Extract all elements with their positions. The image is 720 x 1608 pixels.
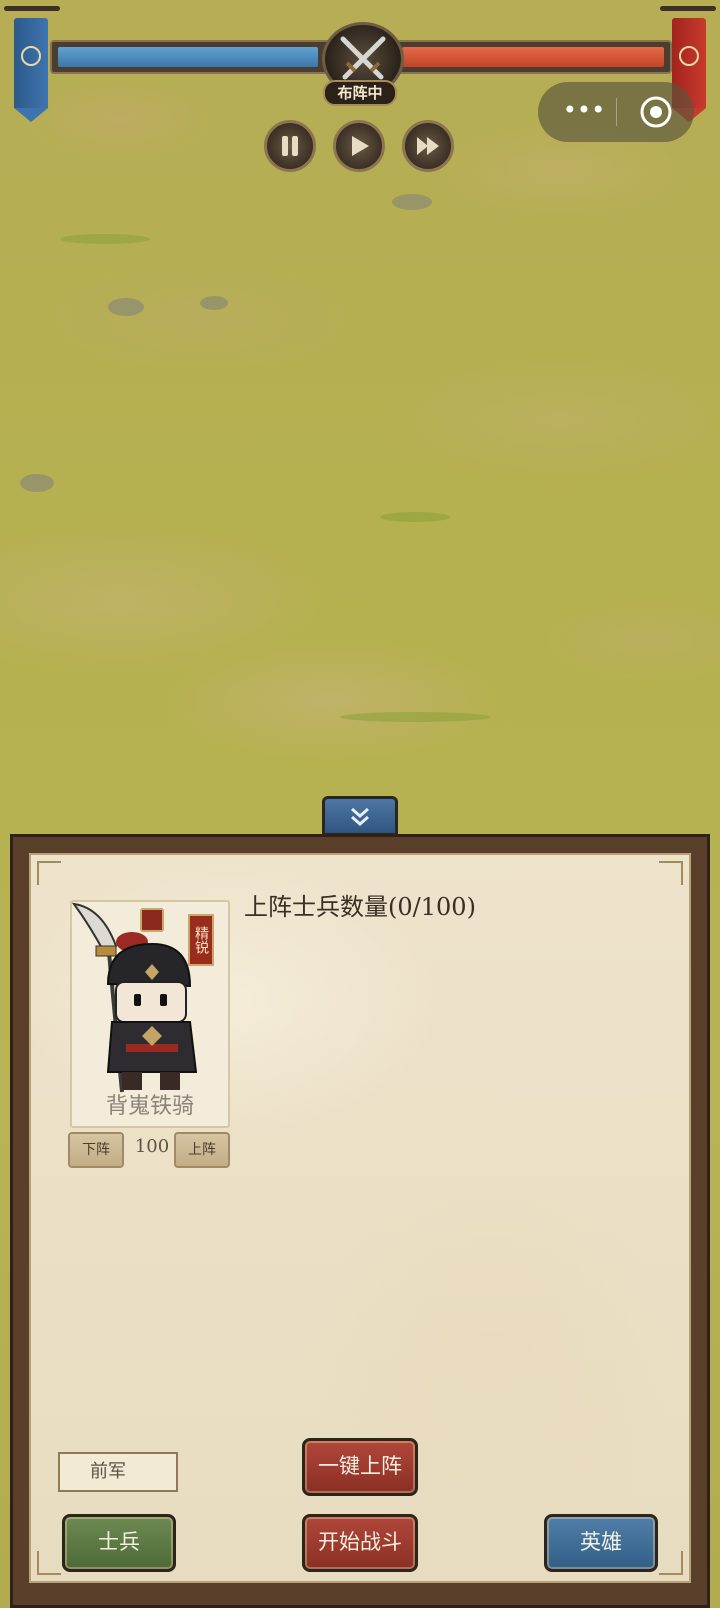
deploy-unit-button[interactable]: 上阵 <box>174 1132 230 1168</box>
collapse-panel-button[interactable] <box>322 796 398 836</box>
play-icon <box>352 136 369 156</box>
corner-ornament <box>37 1551 61 1575</box>
pause-button[interactable] <box>264 120 316 172</box>
army-position-selector[interactable]: 前军 <box>58 1452 178 1492</box>
enemy-hp-fill <box>402 47 664 67</box>
more-menu-button[interactable]: ••• <box>560 98 608 124</box>
crossed-swords-icon <box>340 36 386 80</box>
rank-up-icon <box>140 908 164 932</box>
unit-count: 100 <box>134 1136 170 1157</box>
soldiers-tab-button[interactable]: 士兵 <box>62 1514 176 1572</box>
battle-status-label: 布阵中 <box>323 80 397 106</box>
close-mini-program-button[interactable] <box>638 94 674 130</box>
fast-forward-icon <box>417 137 439 155</box>
heroes-tab-button[interactable]: 英雄 <box>544 1514 658 1572</box>
corner-ornament <box>659 1551 683 1575</box>
rock <box>20 474 54 492</box>
enemy-hp-bar <box>380 40 672 74</box>
remove-unit-button[interactable]: 下阵 <box>68 1132 124 1168</box>
enemy-emblem-icon <box>679 46 699 66</box>
capsule-divider <box>616 98 617 126</box>
start-battle-button[interactable]: 开始战斗 <box>302 1514 418 1572</box>
player-banner <box>14 18 48 122</box>
player-hp-bar <box>50 40 340 74</box>
unit-name: 背嵬铁骑 <box>105 1094 194 1119</box>
rock <box>108 298 144 316</box>
play-button[interactable] <box>333 120 385 172</box>
rock <box>392 194 432 210</box>
player-emblem-icon <box>21 46 41 66</box>
chevron-double-down-icon <box>351 807 369 826</box>
corner-ornament <box>37 861 61 885</box>
player-hp-fill <box>58 47 318 67</box>
grass-patch <box>340 712 490 722</box>
mini-program-capsule: ••• <box>538 82 694 142</box>
rock <box>200 296 228 310</box>
elite-badge: 精锐 <box>188 914 214 966</box>
grass-patch <box>380 512 450 522</box>
grass-patch <box>60 234 150 244</box>
pause-icon <box>282 136 298 156</box>
corner-ornament <box>659 861 683 885</box>
auto-deploy-button[interactable]: 一键上阵 <box>302 1438 418 1496</box>
banner-pole <box>660 6 716 11</box>
banner-pole <box>4 6 60 11</box>
unit-card[interactable]: 精锐 背嵬铁骑 <box>70 900 230 1128</box>
fast-forward-button[interactable] <box>402 120 454 172</box>
